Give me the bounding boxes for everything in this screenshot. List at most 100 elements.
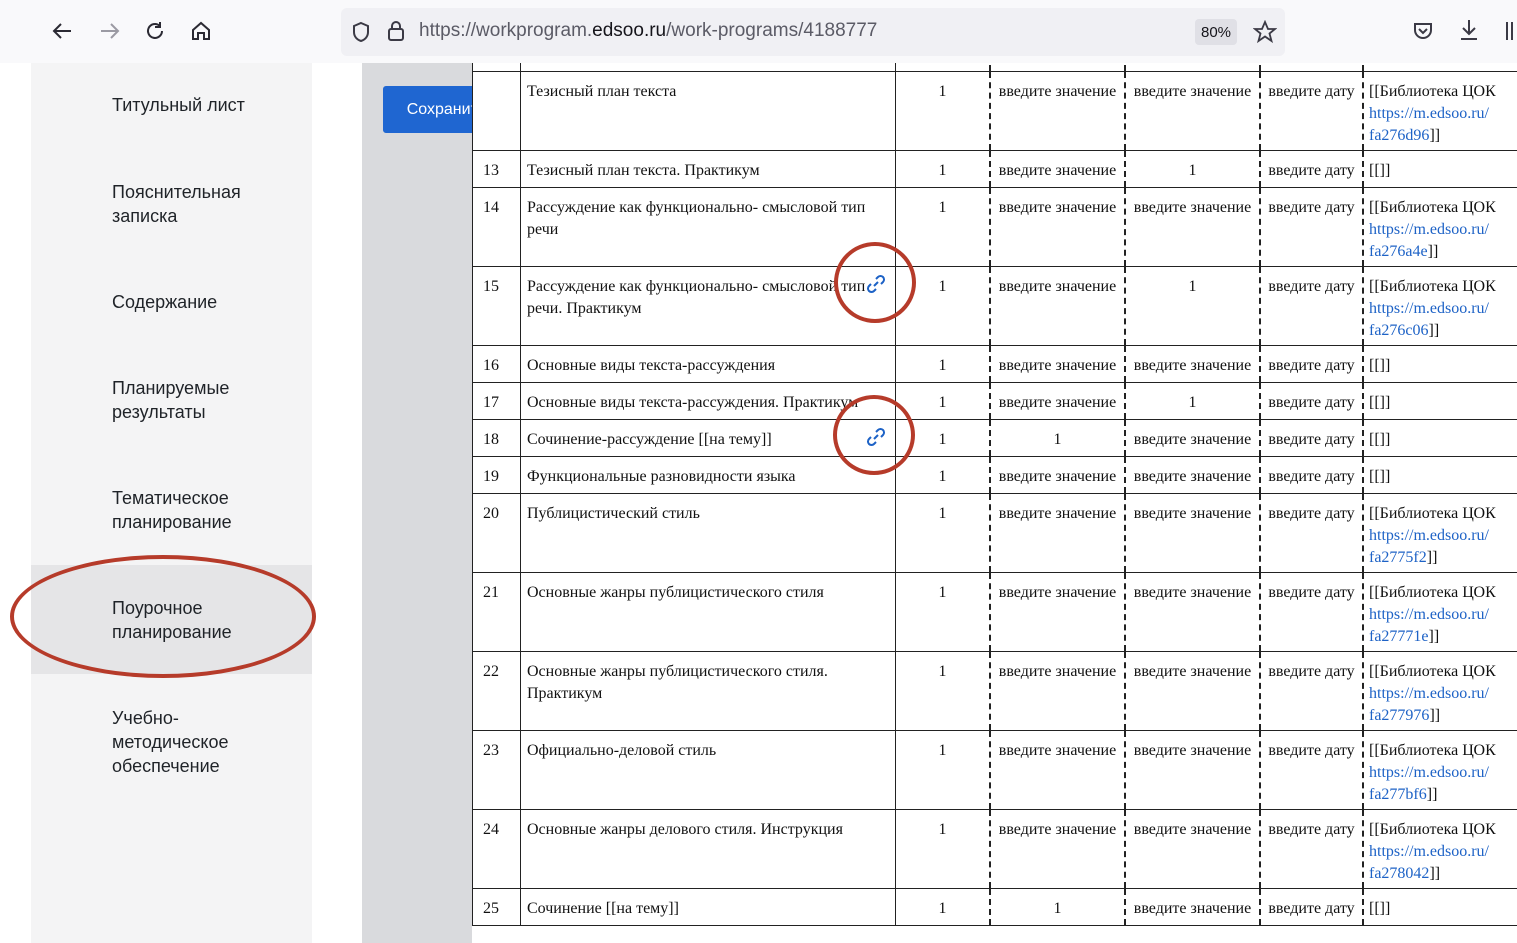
date-input[interactable]: введите дату: [1259, 457, 1362, 493]
date-input[interactable]: введите дату: [1259, 72, 1362, 150]
practical-work-input[interactable]: введите значение: [1124, 652, 1259, 730]
control-work-input[interactable]: введите значение: [989, 810, 1124, 888]
date-input[interactable]: введите дату: [1259, 731, 1362, 809]
practical-work-input[interactable]: введите значение: [1124, 731, 1259, 809]
lesson-topic-cell[interactable]: Официально-деловой стиль: [520, 731, 895, 809]
lesson-topic-text: Основные жанры публицистического стиля: [527, 584, 824, 601]
reload-icon[interactable]: [138, 14, 172, 48]
hours-cell: 1: [895, 151, 989, 187]
download-icon[interactable]: [1458, 18, 1480, 47]
practical-work-input[interactable]: введите значение: [1124, 494, 1259, 572]
date-input[interactable]: введите дату: [1259, 383, 1362, 419]
url-bar[interactable]: https://workprogram.edsoo.ru/work-progra…: [341, 8, 1285, 56]
practical-work-input[interactable]: введите значение: [1124, 457, 1259, 493]
lesson-number-cell: 20: [472, 494, 520, 572]
control-work-input[interactable]: введите значение: [989, 494, 1124, 572]
sidebar-item-title-page[interactable]: Титульный лист: [112, 93, 302, 117]
date-input[interactable]: введите дату: [1259, 889, 1362, 925]
resource-cell: [[Библиотека ЦОК https://m.edsoo.ru/fa27…: [1362, 188, 1517, 266]
resource-prefix: [[]]: [1369, 357, 1391, 374]
sidebar-item-planned-results[interactable]: Планируемые результаты: [112, 376, 252, 424]
control-work-input[interactable]: введите значение: [989, 731, 1124, 809]
home-icon[interactable]: [184, 14, 218, 48]
sidebar-item-methodical-support[interactable]: Учебно-методическое обеспечение: [112, 706, 252, 778]
resource-prefix: [[Библиотека ЦОК: [1369, 505, 1496, 522]
sidebar-item-explanatory-note[interactable]: Пояснительная записка: [112, 180, 252, 228]
control-work-input[interactable]: 1: [989, 420, 1124, 456]
control-work-input[interactable]: введите значение: [989, 652, 1124, 730]
practical-work-input[interactable]: введите значение: [1124, 72, 1259, 150]
control-work-input[interactable]: введите значение: [989, 188, 1124, 266]
practical-work-input[interactable]: введите значение: [1124, 420, 1259, 456]
lesson-topic-cell[interactable]: Рассуждение как функционально- смысловой…: [520, 188, 895, 266]
shield-icon[interactable]: [351, 21, 371, 48]
resource-cell: [[]]: [1362, 420, 1517, 456]
sidebar-item-lesson-planning[interactable]: Поурочное планирование: [112, 596, 252, 644]
practical-work-input[interactable]: 1: [1124, 383, 1259, 419]
sidebar-item-content[interactable]: Содержание: [112, 290, 302, 314]
lesson-number-cell: [472, 72, 520, 150]
lesson-topic-cell[interactable]: Функциональные разновидности языка: [520, 457, 895, 493]
lesson-topic-text: Официально-деловой стиль: [527, 742, 717, 759]
lesson-topic-cell[interactable]: Тезисный план текста: [520, 72, 895, 150]
lesson-topic-cell[interactable]: Сочинение [[на тему]]: [520, 889, 895, 925]
pocket-icon[interactable]: [1412, 20, 1434, 47]
table-row: 14 Рассуждение как функционально- смыслов…: [472, 188, 1517, 267]
lesson-number-cell: 21: [472, 573, 520, 651]
date-input[interactable]: введите дату: [1259, 652, 1362, 730]
table-row: 23 Официально-деловой стиль 1 введите значе…: [472, 731, 1517, 810]
lesson-topic-cell[interactable]: Основные виды текста-рассуждения: [520, 346, 895, 382]
control-work-input[interactable]: введите значение: [989, 457, 1124, 493]
zoom-level[interactable]: 80%: [1195, 19, 1237, 45]
practical-work-input[interactable]: введите значение: [1124, 188, 1259, 266]
date-input[interactable]: введите дату: [1259, 420, 1362, 456]
practical-work-input[interactable]: введите значение: [1124, 810, 1259, 888]
date-input[interactable]: введите дату: [1259, 573, 1362, 651]
control-work-input[interactable]: 1: [989, 889, 1124, 925]
back-arrow-icon[interactable]: [45, 14, 79, 48]
lesson-topic-text: Основные жанры делового стиля. Инструкци…: [527, 821, 843, 838]
lesson-topic-cell[interactable]: Рассуждение как функционально- смысловой…: [520, 267, 895, 345]
practical-work-input[interactable]: 1: [1124, 267, 1259, 345]
lesson-topic-cell[interactable]: Основные жанры делового стиля. Инструкци…: [520, 810, 895, 888]
control-work-input[interactable]: введите значение: [989, 72, 1124, 150]
control-work-input[interactable]: введите значение: [989, 151, 1124, 187]
link-icon[interactable]: [865, 426, 887, 448]
date-input[interactable]: введите дату: [1259, 810, 1362, 888]
lesson-topic-cell[interactable]: Основные виды текста-рассуждения. Практи…: [520, 383, 895, 419]
lesson-topic-cell[interactable]: Публицистический стиль: [520, 494, 895, 572]
forward-arrow-icon[interactable]: [93, 14, 127, 48]
lock-icon[interactable]: [387, 20, 405, 47]
practical-work-input[interactable]: введите значение: [1124, 346, 1259, 382]
date-input[interactable]: введите дату: [1259, 346, 1362, 382]
control-work-input[interactable]: введите значение: [989, 383, 1124, 419]
date-input[interactable]: введите дату: [1259, 151, 1362, 187]
resource-prefix: [[Библиотека ЦОК: [1369, 742, 1496, 759]
practical-work-input[interactable]: введите значение: [1124, 889, 1259, 925]
date-input[interactable]: введите дату: [1259, 267, 1362, 345]
url-text[interactable]: https://workprogram.edsoo.ru/work-progra…: [419, 20, 877, 42]
library-icon[interactable]: [1505, 20, 1517, 47]
resource-prefix: [[Библиотека ЦОК: [1369, 663, 1496, 680]
lesson-topic-cell[interactable]: Сочинение-рассуждение [[на тему]]: [520, 420, 895, 456]
link-icon[interactable]: [865, 273, 887, 295]
lesson-topic-cell[interactable]: Основные жанры публицистического стиля: [520, 573, 895, 651]
lesson-number-cell: 22: [472, 652, 520, 730]
date-input[interactable]: введите дату: [1259, 494, 1362, 572]
control-work-input[interactable]: введите значение: [989, 267, 1124, 345]
sidebar-item-thematic-planning[interactable]: Тематическое планирование: [112, 486, 252, 534]
table-cell: [895, 63, 989, 71]
star-icon[interactable]: [1252, 19, 1278, 49]
control-work-input[interactable]: введите значение: [989, 346, 1124, 382]
control-work-input[interactable]: введите значение: [989, 573, 1124, 651]
hours-cell: 1: [895, 346, 989, 382]
lesson-topic-cell[interactable]: Основные жанры публицистического стиля. …: [520, 652, 895, 730]
lesson-topic-cell[interactable]: Тезисный план текста. Практикум: [520, 151, 895, 187]
resource-cell: [[]]: [1362, 346, 1517, 382]
lesson-topic-text: Рассуждение как функционально- смысловой…: [527, 199, 866, 238]
practical-work-input[interactable]: 1: [1124, 151, 1259, 187]
practical-work-input[interactable]: введите значение: [1124, 573, 1259, 651]
date-input[interactable]: введите дату: [1259, 188, 1362, 266]
resource-cell: [[Библиотека ЦОК https://m.edsoo.ru/fa27…: [1362, 267, 1517, 345]
resource-cell: [[]]: [1362, 383, 1517, 419]
